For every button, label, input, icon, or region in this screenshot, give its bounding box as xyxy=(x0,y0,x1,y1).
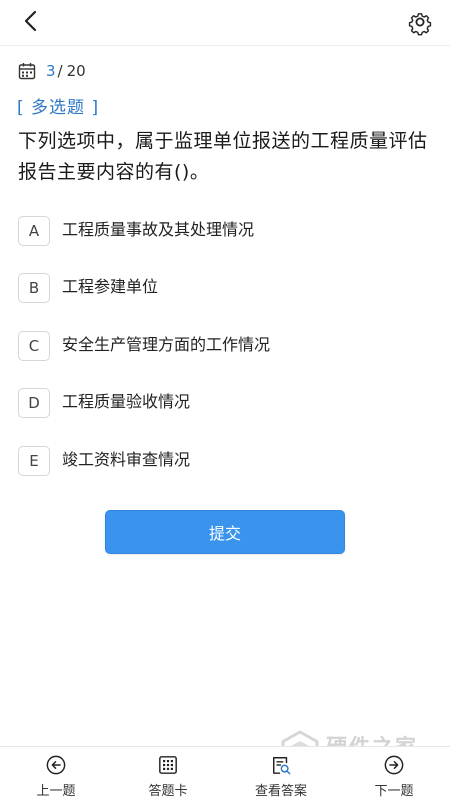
option-letter: E xyxy=(18,446,50,476)
submit-button[interactable]: 提交 xyxy=(105,510,345,554)
option-a[interactable]: A 工程质量事故及其处理情况 xyxy=(18,214,438,248)
next-question-tab[interactable]: 下一题 xyxy=(349,755,439,799)
arrow-left-circle-icon xyxy=(46,755,66,775)
option-letter: D xyxy=(18,388,50,418)
question-text: 下列选项中，属于监理单位报送的工程质量评估报告主要内容的有()。 xyxy=(18,130,428,183)
current-question-number: 3 xyxy=(46,62,56,80)
calendar-icon xyxy=(18,63,36,80)
arrow-right-circle-icon xyxy=(384,755,404,775)
option-letter: A xyxy=(18,216,50,246)
answer-card-grid-icon xyxy=(159,756,177,774)
back-button[interactable] xyxy=(18,8,46,36)
settings-button[interactable] xyxy=(406,8,434,36)
bottom-nav: 上一题 答题卡 查看答案 下一题 xyxy=(0,746,450,800)
view-answer-icon xyxy=(273,757,291,775)
option-letter: C xyxy=(18,331,50,361)
tab-label: 查看答案 xyxy=(254,784,307,799)
tab-label: 答题卡 xyxy=(148,784,188,799)
chevron-left-icon xyxy=(24,10,37,32)
gear-icon xyxy=(408,13,432,36)
view-answer-tab[interactable]: 查看答案 xyxy=(236,755,326,799)
option-c[interactable]: C 安全生产管理方面的工作情况 xyxy=(18,329,438,363)
question-progress: 3 / 20 xyxy=(18,60,86,82)
tab-label: 下一题 xyxy=(374,784,414,799)
progress-separator: / xyxy=(57,62,63,80)
option-b[interactable]: B 工程参建单位 xyxy=(18,271,438,305)
option-text: 工程质量事故及其处理情况 xyxy=(62,220,255,239)
option-text: 工程参建单位 xyxy=(62,277,159,296)
option-e[interactable]: E 竣工资料审查情况 xyxy=(18,444,438,478)
prev-question-tab[interactable]: 上一题 xyxy=(11,755,101,799)
top-bar xyxy=(0,0,450,46)
option-text: 工程质量验收情况 xyxy=(62,392,191,411)
option-d[interactable]: D 工程质量验收情况 xyxy=(18,386,438,420)
answer-card-tab[interactable]: 答题卡 xyxy=(123,755,213,799)
option-text: 竣工资料审查情况 xyxy=(62,450,191,469)
total-questions: 20 xyxy=(66,62,86,80)
option-text: 安全生产管理方面的工作情况 xyxy=(62,335,271,354)
option-letter: B xyxy=(18,273,50,303)
question-type-label: [ 多选题 ] xyxy=(17,98,100,118)
tab-label: 上一题 xyxy=(36,784,76,799)
